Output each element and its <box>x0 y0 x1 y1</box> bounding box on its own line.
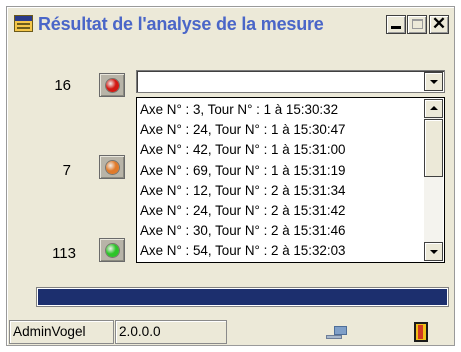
status-user: AdminVogel <box>9 320 114 344</box>
close-button[interactable]: ✕ <box>429 14 449 34</box>
list-items: Axe N° : 3, Tour N° : 1 à 15:30:32 Axe N°… <box>139 100 422 260</box>
led-red <box>99 73 125 97</box>
led-red-indicator <box>106 79 119 92</box>
minimize-button[interactable] <box>386 15 406 34</box>
list-item[interactable]: Axe N° : 42, Tour N° : 1 à 15:31:00 <box>139 140 422 160</box>
network-computer-icon[interactable] <box>326 326 348 339</box>
app-icon[interactable] <box>14 15 33 32</box>
maximize-icon <box>412 19 423 29</box>
window-title: Résultat de l'analyse de la mesure <box>38 14 324 34</box>
minimize-icon <box>391 26 401 29</box>
led-green <box>99 238 125 262</box>
list-item[interactable]: Axe N° : 12, Tour N° : 2 à 15:31:34 <box>139 181 422 201</box>
maximize-button[interactable] <box>407 15 427 34</box>
count-red: 16 <box>54 77 71 94</box>
progress-fill <box>38 289 447 305</box>
list-item[interactable]: Axe N° : 3, Tour N° : 1 à 15:30:32 <box>139 100 422 120</box>
list-item[interactable]: Axe N° : 54, Tour N° : 2 à 15:32:03 <box>139 241 422 260</box>
combo-dropdown-button[interactable] <box>424 72 443 91</box>
status-bar: AdminVogel 2.0.0.0 <box>9 320 452 344</box>
measurement-combo[interactable] <box>136 70 445 93</box>
scroll-thumb[interactable] <box>424 119 443 177</box>
led-green-indicator <box>106 244 119 257</box>
scroll-up-button[interactable] <box>424 99 443 118</box>
list-item[interactable]: Axe N° : 24, Tour N° : 1 à 15:30:47 <box>139 120 422 140</box>
measurement-list[interactable]: Axe N° : 3, Tour N° : 1 à 15:30:32 Axe N°… <box>136 97 445 263</box>
list-item[interactable]: Axe N° : 24, Tour N° : 2 à 15:31:42 <box>139 201 422 221</box>
count-orange: 7 <box>62 162 71 179</box>
led-orange <box>99 155 125 179</box>
list-item[interactable]: Axe N° : 69, Tour N° : 1 à 15:31:19 <box>139 161 422 181</box>
title-bar[interactable]: Résultat de l'analyse de la mesure ✕ <box>9 9 452 40</box>
scroll-down-button[interactable] <box>424 242 443 261</box>
list-item[interactable]: Axe N° : 30, Tour N° : 2 à 15:31:46 <box>139 221 422 241</box>
count-green: 113 <box>52 245 76 262</box>
close-icon: ✕ <box>431 14 447 33</box>
status-version: 2.0.0.0 <box>115 320 227 344</box>
progress-bar <box>36 287 449 307</box>
main-window: Résultat de l'analyse de la mesure ✕ 16 … <box>6 6 455 346</box>
led-orange-indicator <box>106 161 119 174</box>
exit-door-icon[interactable] <box>414 322 428 342</box>
list-scrollbar[interactable] <box>424 99 443 261</box>
